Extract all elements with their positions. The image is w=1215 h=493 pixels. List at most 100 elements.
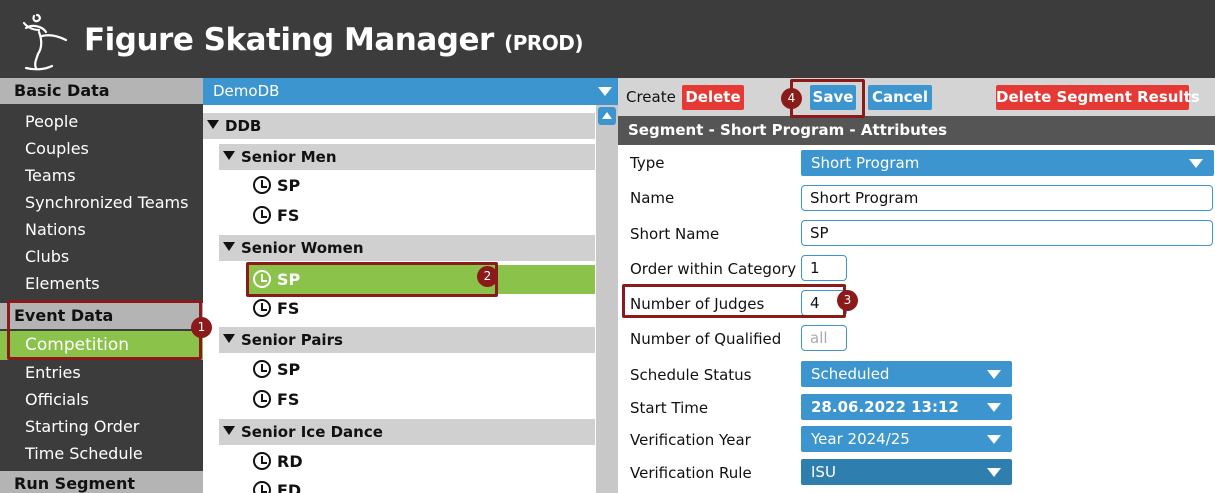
verification-year-value: Year 2024/25: [811, 430, 910, 448]
sidebar-item-competition[interactable]: Competition: [0, 331, 203, 360]
sidebar-item-teams[interactable]: Teams: [0, 162, 203, 189]
sidebar-header-event-data[interactable]: Event Data: [0, 303, 203, 329]
name-input[interactable]: Short Program: [801, 185, 1213, 211]
start-time-label: Start Time: [630, 399, 709, 417]
clock-icon: [253, 269, 271, 288]
short-name-label: Short Name: [630, 225, 720, 243]
tree-root-node[interactable]: DDB: [203, 113, 595, 139]
tree-segment-label: SP: [277, 360, 301, 379]
sidebar-item-time-schedule[interactable]: Time Schedule: [0, 440, 203, 467]
clock-icon: [253, 451, 271, 470]
order-within-category-input[interactable]: 1: [801, 255, 847, 281]
verification-year-label: Verification Year: [630, 431, 751, 449]
dropdown-arrow-icon: [987, 403, 1001, 412]
database-select-value: DemoDB: [213, 82, 280, 100]
tree-segment-label: RD: [277, 452, 303, 471]
number-of-qualified-input[interactable]: all: [801, 325, 847, 351]
sidebar-header-basic-data[interactable]: Basic Data: [0, 78, 203, 104]
caret-down-icon: [223, 334, 235, 343]
scroll-up-icon[interactable]: [598, 107, 616, 125]
category-tree-panel: DemoDB DDB Senior Men SP FS Senior Women…: [203, 78, 618, 493]
tree-category-label: Senior Ice Dance: [241, 423, 383, 441]
tree-segment-label: FS: [277, 206, 300, 225]
tree-segment-senior-ice-dance-fd[interactable]: FD: [247, 478, 595, 493]
tree-category-senior-pairs[interactable]: Senior Pairs: [219, 327, 595, 353]
tree-scrollbar[interactable]: [596, 105, 618, 493]
clock-icon: [253, 480, 271, 493]
tree-segment-label: SP: [277, 270, 301, 289]
clock-icon: [253, 359, 271, 378]
tree-segment-senior-ice-dance-rd[interactable]: RD: [247, 449, 595, 475]
schedule-status-label: Schedule Status: [630, 366, 752, 384]
schedule-status-select[interactable]: Scheduled: [801, 361, 1012, 387]
annotation-badge-4: 4: [781, 88, 802, 109]
short-name-input[interactable]: SP: [801, 220, 1213, 246]
schedule-status-value: Scheduled: [811, 365, 890, 383]
skater-logo-icon: [22, 13, 68, 71]
clock-icon: [253, 175, 271, 194]
app-header: Figure Skating Manager (PROD): [0, 0, 1215, 78]
tree-segment-label: SP: [277, 176, 301, 195]
number-of-judges-label: Number of Judges: [630, 295, 765, 313]
sidebar-item-officials[interactable]: Officials: [0, 386, 203, 413]
editor-toolbar: Create Delete Save Cancel Delete Segment…: [618, 78, 1215, 116]
annotation-badge-1: 1: [191, 317, 212, 338]
tree-category-label: Senior Women: [241, 239, 364, 257]
tree-category-senior-women[interactable]: Senior Women: [219, 235, 595, 261]
sidebar-item-people[interactable]: People: [0, 108, 203, 135]
caret-down-icon: [223, 151, 235, 160]
clock-icon: [253, 389, 271, 408]
tree-segment-label: FS: [277, 299, 300, 318]
type-select-value: Short Program: [811, 154, 920, 172]
number-of-qualified-label: Number of Qualified: [630, 330, 782, 348]
sidebar-item-elements[interactable]: Elements: [0, 270, 203, 297]
delete-segment-results-button[interactable]: Delete Segment Results: [996, 85, 1200, 110]
section-title: Segment - Short Program - Attributes: [618, 116, 1215, 145]
sidebar-header-run-segment[interactable]: Run Segment: [0, 471, 203, 493]
type-select[interactable]: Short Program: [801, 150, 1214, 176]
tree-segment-label: FD: [277, 481, 302, 493]
sidebar-item-starting-order[interactable]: Starting Order: [0, 413, 203, 440]
verification-rule-label: Verification Rule: [630, 464, 752, 482]
delete-button[interactable]: Delete: [682, 85, 744, 110]
sidebar-item-couples[interactable]: Couples: [0, 135, 203, 162]
create-label[interactable]: Create: [626, 88, 676, 106]
name-label: Name: [630, 189, 675, 207]
caret-down-icon: [223, 426, 235, 435]
app-window: Figure Skating Manager (PROD) Basic Data…: [0, 0, 1215, 493]
tree-category-senior-ice-dance[interactable]: Senior Ice Dance: [219, 419, 595, 445]
tree-segment-senior-pairs-fs[interactable]: FS: [247, 387, 595, 413]
clock-icon: [253, 205, 271, 224]
tree-segment-senior-women-sp[interactable]: SP: [247, 265, 595, 294]
annotation-badge-3: 3: [837, 290, 858, 311]
dropdown-arrow-icon: [987, 435, 1001, 444]
verification-rule-select[interactable]: ISU: [801, 459, 1012, 485]
tree-category-senior-men[interactable]: Senior Men: [219, 144, 595, 170]
segment-editor-panel: Create Delete Save Cancel Delete Segment…: [618, 78, 1215, 493]
dropdown-arrow-icon: [987, 468, 1001, 477]
start-time-value: 28.06.2022 13:12: [811, 398, 959, 416]
sidebar-item-entries[interactable]: Entries: [0, 359, 203, 386]
tree-root-label: DDB: [225, 117, 262, 135]
verification-year-select[interactable]: Year 2024/25: [801, 426, 1012, 452]
annotation-badge-2: 2: [477, 266, 498, 287]
sidebar-item-clubs[interactable]: Clubs: [0, 243, 203, 270]
order-within-category-label: Order within Category: [630, 260, 797, 278]
type-label: Type: [630, 154, 665, 172]
caret-down-icon: [223, 242, 235, 251]
dropdown-arrow-icon: [987, 370, 1001, 379]
tree-segment-senior-men-sp[interactable]: SP: [247, 173, 595, 199]
app-environment: (PROD): [504, 31, 584, 55]
start-time-select[interactable]: 28.06.2022 13:12: [801, 394, 1012, 420]
tree-segment-senior-pairs-sp[interactable]: SP: [247, 357, 595, 383]
save-button[interactable]: Save: [810, 85, 856, 110]
sidebar-item-nations[interactable]: Nations: [0, 216, 203, 243]
sidebar-item-synchronized-teams[interactable]: Synchronized Teams: [0, 189, 203, 216]
database-select[interactable]: DemoDB: [203, 78, 618, 105]
tree-segment-label: FS: [277, 390, 300, 409]
tree-segment-senior-men-fs[interactable]: FS: [247, 203, 595, 229]
cancel-button[interactable]: Cancel: [868, 85, 932, 110]
tree-segment-senior-women-fs[interactable]: FS: [247, 296, 595, 322]
dropdown-arrow-icon: [1189, 159, 1203, 168]
tree-body: DDB Senior Men SP FS Senior Women SP FS …: [203, 105, 618, 493]
